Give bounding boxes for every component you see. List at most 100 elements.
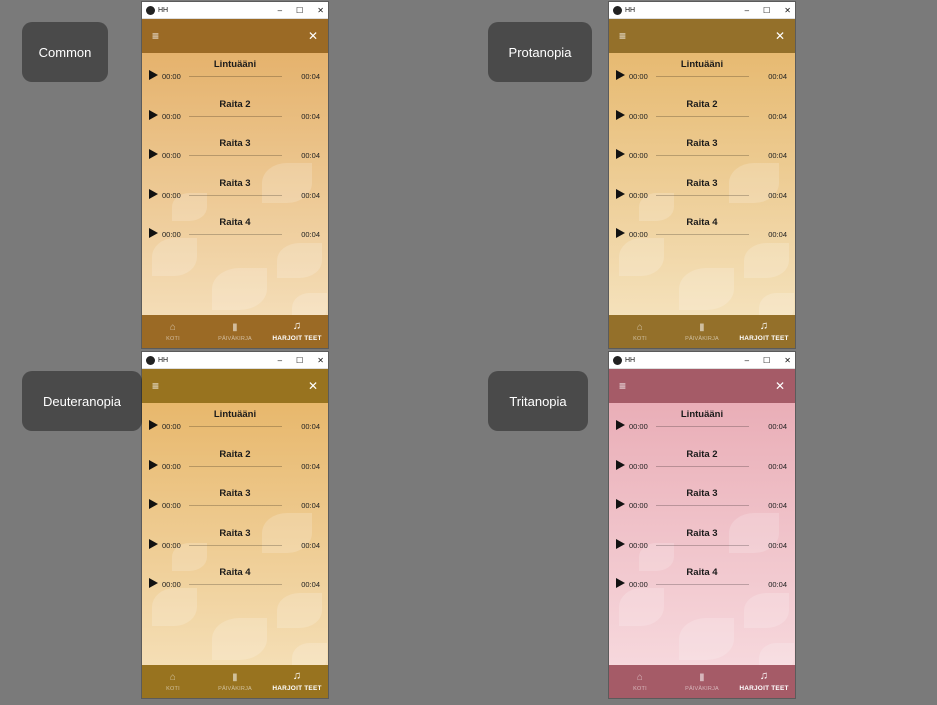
bottom-navigation: ⌂ KOTI ▮ PÄIVÄKIRJA ♫ HARJOIT TEET bbox=[609, 665, 795, 698]
nav-item-koti[interactable]: ⌂ KOTI bbox=[142, 315, 204, 348]
play-icon[interactable] bbox=[616, 578, 625, 588]
track-title: Lintuääni bbox=[680, 409, 724, 420]
minimize-button[interactable]: – bbox=[745, 356, 749, 365]
book-icon: ▮ bbox=[699, 671, 705, 683]
play-icon[interactable] bbox=[616, 499, 625, 509]
window-titlebar[interactable]: HH – ☐ ✕ bbox=[609, 2, 795, 19]
maximize-button[interactable]: ☐ bbox=[763, 356, 770, 365]
track-progress-slider[interactable] bbox=[189, 584, 282, 585]
track-progress-slider[interactable] bbox=[189, 76, 282, 77]
track-progress-slider[interactable] bbox=[189, 544, 282, 546]
maximize-button[interactable]: ☐ bbox=[763, 6, 770, 15]
track-progress-slider[interactable] bbox=[189, 155, 282, 156]
menu-icon[interactable]: ≡ bbox=[619, 379, 626, 393]
track-progress-slider[interactable] bbox=[656, 426, 749, 427]
window-titlebar[interactable]: HH – ☐ ✕ bbox=[609, 352, 795, 369]
track-duration: 00:04 bbox=[301, 422, 320, 431]
window-close-button[interactable]: ✕ bbox=[784, 6, 791, 15]
track-progress-slider[interactable] bbox=[656, 194, 749, 196]
window-titlebar[interactable]: HH – ☐ ✕ bbox=[142, 2, 328, 19]
track-current-time: 00:00 bbox=[629, 111, 648, 121]
track-progress-slider[interactable] bbox=[656, 544, 749, 546]
track-progress-slider[interactable] bbox=[656, 155, 749, 156]
play-icon[interactable] bbox=[616, 149, 625, 159]
play-icon[interactable] bbox=[616, 109, 625, 120]
track-progress-slider[interactable] bbox=[189, 505, 282, 506]
window-close-button[interactable]: ✕ bbox=[317, 356, 324, 365]
play-icon[interactable] bbox=[616, 538, 625, 549]
track-title: Raita 4 bbox=[219, 567, 251, 578]
track-duration: 00:04 bbox=[301, 580, 320, 589]
nav-item-päiväkirja[interactable]: ▮ PÄIVÄKIRJA bbox=[671, 665, 733, 698]
play-icon[interactable] bbox=[149, 420, 158, 430]
track-row: Raita 3 00:00 00:04 bbox=[142, 132, 328, 172]
close-icon[interactable]: ✕ bbox=[308, 29, 318, 43]
track-progress-slider[interactable] bbox=[656, 234, 749, 235]
close-icon[interactable]: ✕ bbox=[308, 379, 318, 393]
track-duration: 00:04 bbox=[768, 111, 787, 121]
play-icon[interactable] bbox=[616, 459, 625, 470]
nav-label: HARJOIT TEET bbox=[739, 335, 789, 342]
track-progress-slider[interactable] bbox=[189, 465, 282, 467]
track-progress-slider[interactable] bbox=[189, 194, 282, 196]
track-progress-slider[interactable] bbox=[189, 115, 282, 117]
close-icon[interactable]: ✕ bbox=[775, 379, 785, 393]
book-icon: ▮ bbox=[232, 321, 238, 333]
track-progress-slider[interactable] bbox=[189, 426, 282, 427]
track-progress-slider[interactable] bbox=[656, 584, 749, 585]
menu-icon[interactable]: ≡ bbox=[152, 379, 159, 393]
track-duration: 00:04 bbox=[301, 230, 320, 239]
play-icon[interactable] bbox=[149, 70, 158, 80]
track-current-time: 00:00 bbox=[629, 230, 648, 239]
maximize-button[interactable]: ☐ bbox=[296, 356, 303, 365]
nav-item-koti[interactable]: ⌂ KOTI bbox=[142, 665, 204, 698]
play-icon[interactable] bbox=[149, 578, 158, 588]
app-bar: ≡ ✕ bbox=[142, 19, 328, 53]
minimize-button[interactable]: – bbox=[278, 356, 282, 365]
leaf-decoration bbox=[679, 268, 734, 310]
window-close-button[interactable]: ✕ bbox=[317, 6, 324, 15]
minimize-button[interactable]: – bbox=[278, 6, 282, 15]
play-icon[interactable] bbox=[149, 538, 158, 549]
track-row: Raita 3 00:00 00:04 bbox=[609, 172, 795, 212]
minimize-button[interactable]: – bbox=[745, 6, 749, 15]
play-icon[interactable] bbox=[149, 228, 158, 238]
nav-item-päiväkirja[interactable]: ▮ PÄIVÄKIRJA bbox=[204, 665, 266, 698]
menu-icon[interactable]: ≡ bbox=[619, 29, 626, 43]
maximize-button[interactable]: ☐ bbox=[296, 6, 303, 15]
nav-item-harjoit-teet[interactable]: ♫ HARJOIT TEET bbox=[733, 315, 795, 348]
play-icon[interactable] bbox=[616, 188, 625, 199]
play-icon[interactable] bbox=[616, 228, 625, 238]
play-icon[interactable] bbox=[149, 188, 158, 199]
window-titlebar[interactable]: HH – ☐ ✕ bbox=[142, 352, 328, 369]
variant-label-tritanopia: Tritanopia bbox=[488, 371, 588, 431]
play-icon[interactable] bbox=[149, 459, 158, 470]
nav-item-päiväkirja[interactable]: ▮ PÄIVÄKIRJA bbox=[204, 315, 266, 348]
play-icon[interactable] bbox=[149, 149, 158, 159]
nav-item-koti[interactable]: ⌂ KOTI bbox=[609, 665, 671, 698]
track-title: Raita 3 bbox=[219, 488, 251, 499]
nav-item-harjoit-teet[interactable]: ♫ HARJOIT TEET bbox=[733, 665, 795, 698]
track-progress-slider[interactable] bbox=[189, 234, 282, 235]
track-row: Raita 2 00:00 00:04 bbox=[609, 93, 795, 133]
track-progress-slider[interactable] bbox=[656, 505, 749, 506]
track-title: Raita 2 bbox=[219, 448, 251, 460]
nav-item-harjoit-teet[interactable]: ♫ HARJOIT TEET bbox=[266, 315, 328, 348]
leaf-decoration bbox=[679, 618, 734, 660]
menu-icon[interactable]: ≡ bbox=[152, 29, 159, 43]
window-close-button[interactable]: ✕ bbox=[784, 356, 791, 365]
variant-label-protanopia: Protanopia bbox=[488, 22, 592, 82]
track-progress-slider[interactable] bbox=[656, 465, 749, 467]
play-icon[interactable] bbox=[149, 109, 158, 120]
track-current-time: 00:00 bbox=[629, 461, 648, 471]
nav-item-koti[interactable]: ⌂ KOTI bbox=[609, 315, 671, 348]
play-icon[interactable] bbox=[616, 420, 625, 430]
close-icon[interactable]: ✕ bbox=[775, 29, 785, 43]
track-progress-slider[interactable] bbox=[656, 115, 749, 117]
play-icon[interactable] bbox=[616, 70, 625, 80]
track-title: Raita 2 bbox=[219, 98, 251, 110]
track-progress-slider[interactable] bbox=[656, 76, 749, 77]
nav-item-päiväkirja[interactable]: ▮ PÄIVÄKIRJA bbox=[671, 315, 733, 348]
play-icon[interactable] bbox=[149, 499, 158, 509]
nav-item-harjoit-teet[interactable]: ♫ HARJOIT TEET bbox=[266, 665, 328, 698]
